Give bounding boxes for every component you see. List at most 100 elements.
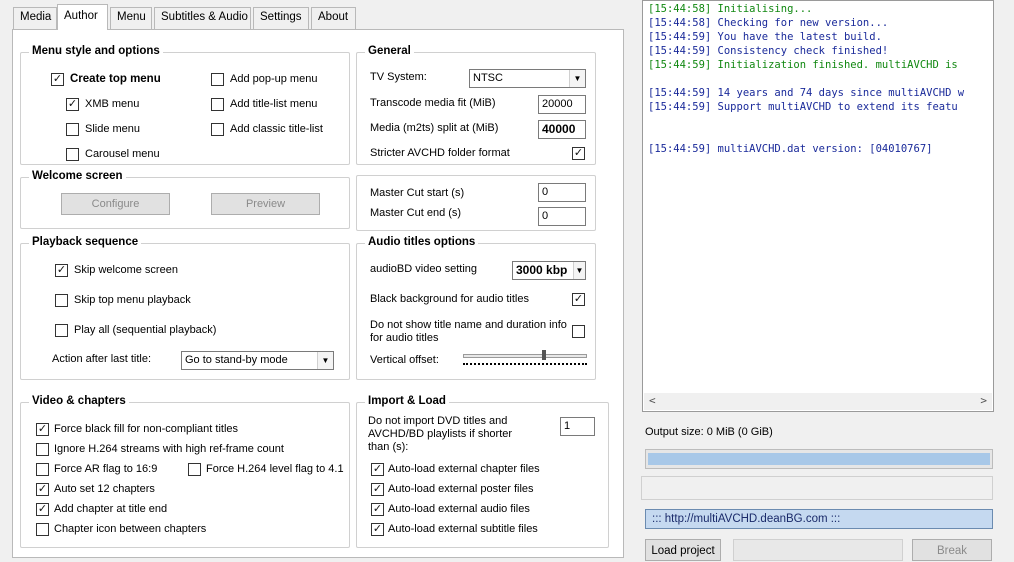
audio-titles-group: Audio titles options audioBD video setti… [356,236,596,380]
black-bg-checkbox[interactable]: ✓ [572,293,585,306]
play-all-label: Play all (sequential playback) [74,324,217,336]
tab-subtitles-audio[interactable]: Subtitles & Audio [154,7,251,29]
skip-top-menu-label: Skip top menu playback [74,294,191,306]
master-cut-start-label: Master Cut start (s) [370,187,465,199]
carousel-menu-checkbox[interactable] [66,148,79,161]
auto-poster-checkbox[interactable]: ✓ [371,483,384,496]
website-link[interactable]: ::: http://multiAVCHD.deanBG.com ::: [645,509,993,529]
skip-welcome-label: Skip welcome screen [74,264,178,276]
log-line: [15:44:59] Support multiAVCHD to extend … [648,101,958,113]
vertical-offset-slider-thumb[interactable] [542,350,546,360]
add-title-list-menu-checkbox[interactable] [211,98,224,111]
select-value: 3000 kbp [516,263,568,277]
status-field [641,476,993,500]
stricter-checkbox[interactable]: ✓ [572,147,585,160]
log-panel[interactable]: [15:44:58] Initialising... [15:44:58] Che… [642,0,994,412]
chapter-icon-checkbox[interactable] [36,523,49,536]
master-cut-end-label: Master Cut end (s) [370,207,462,219]
no-show-label-line1: Do not show title name and duration info [370,319,567,331]
master-cut-group: Master Cut start (s) 0 Master Cut end (s… [356,175,596,231]
skip-top-menu-checkbox[interactable] [55,294,68,307]
no-import-label-line2: AVCHD/BD playlists if shorter [368,428,513,440]
play-all-checkbox[interactable] [55,324,68,337]
ignore-h264-checkbox[interactable] [36,443,49,456]
tab-label: Menu [117,11,146,23]
slider-ticks [463,363,587,367]
split-input[interactable]: 40000 [538,120,586,139]
add-popup-menu-label: Add pop-up menu [230,73,318,85]
tab-label: Media [20,11,52,23]
master-cut-start-input[interactable]: 0 [538,183,586,202]
force-h264-level-label: Force H.264 level flag to 4.1 [206,463,344,475]
tab-about[interactable]: About [311,7,356,29]
tab-author[interactable]: Author [57,4,108,30]
skip-welcome-checkbox[interactable]: ✓ [55,264,68,277]
log-line: [15:44:59] Consistency check finished! [648,45,889,57]
black-bg-label: Black background for audio titles [370,293,529,305]
video-chapters-group: Video & chapters ✓ Force black fill for … [20,395,350,548]
auto-chapter-checkbox[interactable]: ✓ [371,463,384,476]
tab-menu[interactable]: Menu [110,7,152,29]
action-after-last-title-select[interactable]: Go to stand-by mode ▼ [181,351,334,370]
add-classic-title-list-checkbox[interactable] [211,123,224,136]
window-vertical-scrollbar[interactable] [994,0,1014,412]
auto-set-12-label: Auto set 12 chapters [54,483,155,495]
auto-set-12-checkbox[interactable]: ✓ [36,483,49,496]
tab-settings[interactable]: Settings [253,7,309,29]
auto-audio-label: Auto-load external audio files [388,503,530,515]
scroll-left-icon[interactable]: < [649,394,656,407]
add-chapter-end-label: Add chapter at title end [54,503,168,515]
log-line: [15:44:59] Initialization finished. mult… [648,59,958,71]
action-after-last-title-label: Action after last title: [52,353,152,365]
group-title: Video & chapters [29,395,129,407]
group-title: Menu style and options [29,45,163,57]
auto-poster-label: Auto-load external poster files [388,483,534,495]
playback-sequence-group: Playback sequence ✓ Skip welcome screen … [20,236,350,380]
no-show-checkbox[interactable] [572,325,585,338]
log-line: [15:44:58] Initialising... [648,3,813,15]
vertical-offset-label: Vertical offset: [370,354,439,366]
preview-button[interactable]: Preview [211,193,320,215]
log-line: [15:44:58] Checking for new version... [648,17,889,29]
add-title-list-menu-label: Add title-list menu [230,98,318,110]
carousel-menu-label: Carousel menu [85,148,160,160]
auto-subtitle-label: Auto-load external subtitle files [388,523,538,535]
master-cut-end-input[interactable]: 0 [538,207,586,226]
log-line: [15:44:59] You have the latest build. [648,31,882,43]
tab-label: Settings [260,11,302,23]
scroll-right-icon[interactable]: > [980,394,987,407]
force-ar-checkbox[interactable] [36,463,49,476]
force-h264-level-checkbox[interactable] [188,463,201,476]
vertical-offset-slider[interactable] [463,354,587,358]
no-import-input[interactable]: 1 [560,417,595,436]
welcome-screen-group: Welcome screen Configure Preview [20,170,350,229]
chevron-down-icon: ▼ [569,70,585,87]
configure-button[interactable]: Configure [61,193,170,215]
group-title: General [365,45,414,57]
create-top-menu-checkbox[interactable]: ✓ [51,73,64,86]
auto-subtitle-checkbox[interactable]: ✓ [371,523,384,536]
create-top-menu-label: Create top menu [70,73,161,85]
import-load-group: Import & Load Do not import DVD titles a… [356,395,609,548]
tab-media[interactable]: Media [13,7,57,29]
force-black-checkbox[interactable]: ✓ [36,423,49,436]
no-import-label-line3: than (s): [368,441,409,453]
audiobd-select[interactable]: 3000 kbp ▼ [512,261,586,280]
tab-label: About [318,11,349,23]
split-label: Media (m2ts) split at (MiB) [370,122,499,134]
tv-system-select[interactable]: NTSC ▼ [469,69,586,88]
add-chapter-end-checkbox[interactable]: ✓ [36,503,49,516]
auto-audio-checkbox[interactable]: ✓ [371,503,384,516]
transcode-label: Transcode media fit (MiB) [370,97,496,109]
log-horizontal-scrollbar[interactable]: < > [644,393,992,410]
no-show-label-line2: for audio titles [370,332,439,344]
add-classic-title-list-label: Add classic title-list [230,123,323,135]
output-size-label: Output size: 0 MiB (0 GiB) [645,426,773,438]
group-title: Welcome screen [29,170,126,182]
tab-label: Subtitles & Audio [161,11,248,23]
xmb-menu-checkbox[interactable]: ✓ [66,98,79,111]
transcode-input[interactable]: 20000 [538,95,586,114]
add-popup-menu-checkbox[interactable] [211,73,224,86]
slide-menu-checkbox[interactable] [66,123,79,136]
chapter-icon-label: Chapter icon between chapters [54,523,207,535]
